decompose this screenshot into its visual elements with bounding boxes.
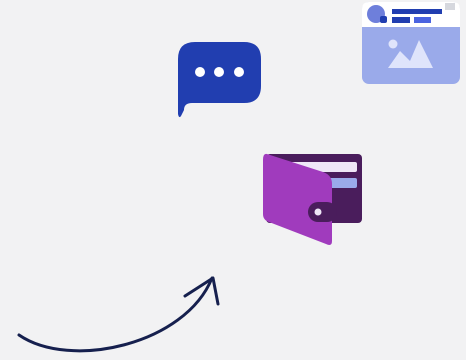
card-text-line bbox=[414, 17, 431, 23]
card-corner-tab bbox=[445, 3, 455, 10]
chat-dot bbox=[214, 67, 224, 77]
chat-dot bbox=[234, 67, 244, 77]
illustration-svg bbox=[0, 0, 466, 360]
card-text-line bbox=[392, 9, 442, 14]
card-text-line bbox=[392, 17, 410, 23]
chat-dot bbox=[195, 67, 205, 77]
post-card-icon bbox=[362, 2, 460, 84]
wallet-clasp bbox=[308, 202, 337, 222]
card-avatar-badge bbox=[380, 16, 387, 23]
card-image-sun bbox=[388, 39, 398, 49]
illustration-canvas bbox=[0, 0, 466, 360]
wallet-clasp-button bbox=[314, 208, 322, 216]
